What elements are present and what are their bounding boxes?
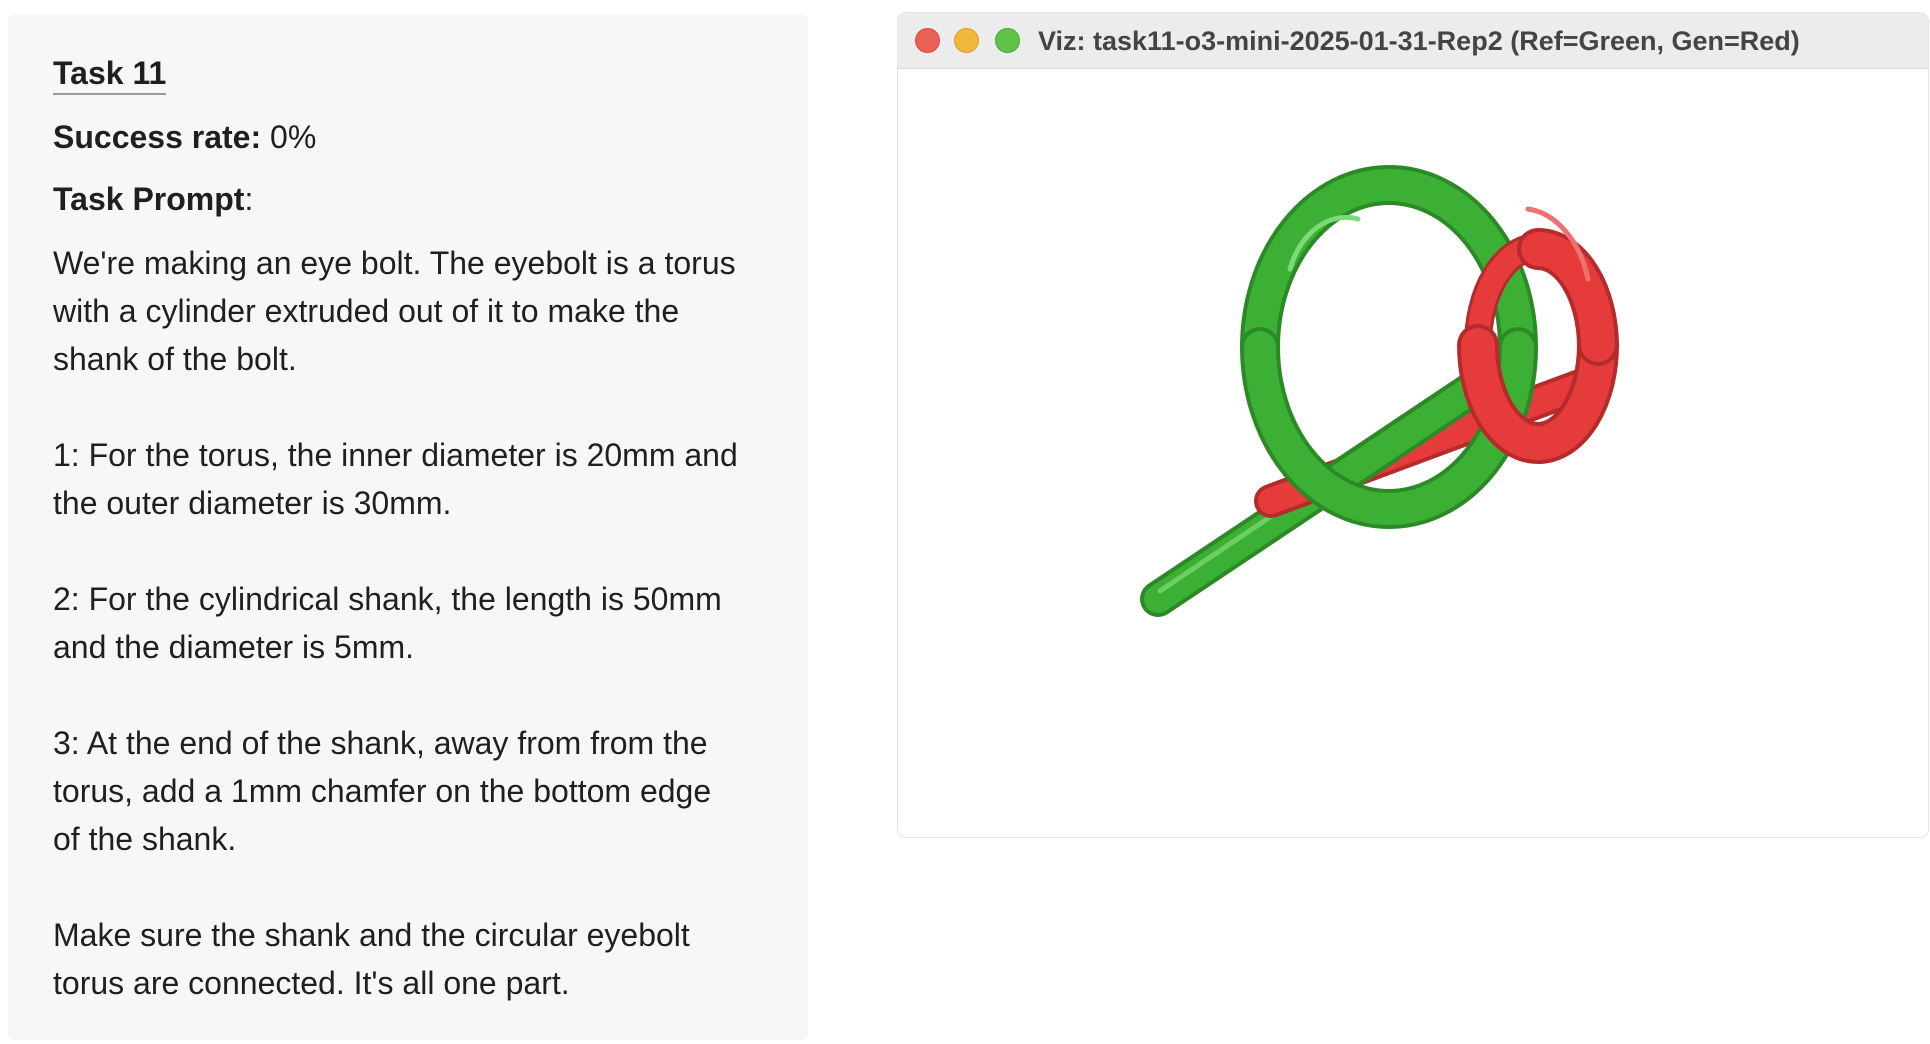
- minimize-icon[interactable]: [954, 28, 979, 53]
- prompt-paragraph-torus: 1: For the torus, the inner diameter is …: [53, 437, 738, 521]
- task-prompt-label: Task Prompt: [53, 181, 245, 217]
- window-title: Viz: task11-o3-mini-2025-01-31-Rep2 (Ref…: [1038, 26, 1800, 56]
- task-prompt-text: We're making an eye bolt. The eyebolt is…: [53, 239, 763, 1007]
- viz-window[interactable]: Viz: task11-o3-mini-2025-01-31-Rep2 (Ref…: [898, 13, 1928, 837]
- prompt-paragraph-shank: 2: For the cylindrical shank, the length…: [53, 581, 722, 665]
- prompt-paragraph-connected: Make sure the shank and the circular eye…: [53, 917, 690, 1001]
- task-title[interactable]: Task 11: [53, 54, 167, 95]
- task-panel: Task 11 Success rate: 0% Task Prompt: We…: [8, 14, 808, 1040]
- success-rate-value: 0%: [270, 119, 317, 155]
- success-rate-label: Success rate:: [53, 119, 262, 155]
- task-prompt-heading: Task Prompt:: [53, 179, 763, 219]
- maximize-icon[interactable]: [995, 28, 1020, 53]
- task-prompt-colon: :: [244, 181, 254, 217]
- close-icon[interactable]: [915, 28, 940, 53]
- prompt-paragraph-intro: We're making an eye bolt. The eyebolt is…: [53, 245, 736, 377]
- 3d-viewport[interactable]: [898, 69, 1928, 837]
- prompt-paragraph-chamfer: 3: At the end of the shank, away from fr…: [53, 725, 712, 857]
- window-title-bar[interactable]: Viz: task11-o3-mini-2025-01-31-Rep2 (Ref…: [898, 13, 1928, 69]
- success-rate: Success rate: 0%: [53, 117, 763, 157]
- eyebolt-render: [1140, 165, 1619, 617]
